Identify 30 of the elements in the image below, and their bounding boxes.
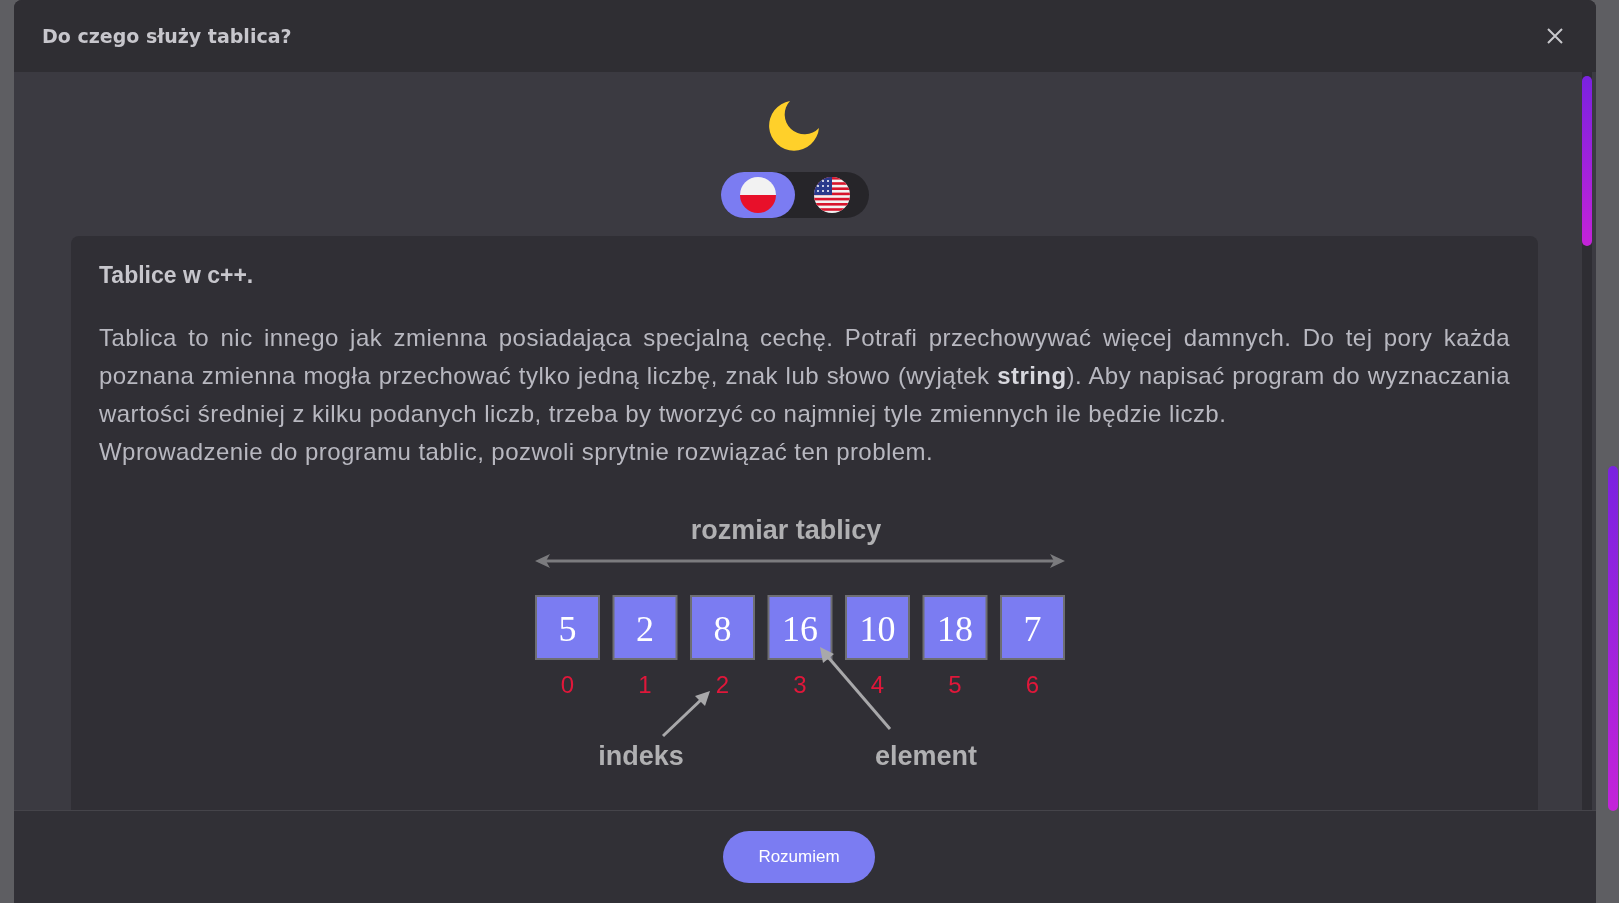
- paragraph: Tablica to nic innego jak zmienna posiadająca specjalną cechę. Potrafi przechowywać więcej damnych. Do tej pory każda poznana zmienna mogła przechować tylko jedną liczbę, znak lub słowo (wyjątek string). Aby napisać program do wyznaczania wartości średniej z kilku podanych liczb, trzeba by tworzyć co najmniej tyle zmiennych ile będzie liczb.: [99, 323, 1510, 429]
- element-label: element: [874, 741, 977, 771]
- index-label: indeks: [597, 741, 684, 771]
- index-number: 6: [1025, 671, 1039, 698]
- index-number: 1: [637, 671, 652, 698]
- card-heading: Tablice w c++.: [99, 262, 255, 289]
- paragraph: Wprowadzenie do programu tablic, pozwoli sprytnie rozwiązać ten problem.: [99, 437, 935, 467]
- scrollbar[interactable]: [1582, 72, 1592, 810]
- index-number: 5: [947, 671, 962, 698]
- array-cell: 18: [922, 595, 987, 660]
- flag-icon: [813, 177, 850, 213]
- array-cell: 8: [689, 595, 755, 660]
- confirm-button[interactable]: Rozumiem: [723, 831, 875, 883]
- array-cell: 16: [767, 595, 832, 660]
- arrow: [661, 691, 710, 738]
- flag-icon: [739, 177, 776, 213]
- dialog-title: Do czego służy tablica?: [42, 25, 292, 47]
- index-number: 2: [715, 671, 729, 698]
- array-cell: 7: [999, 595, 1065, 660]
- page-scrollbar[interactable]: [1608, 466, 1618, 811]
- moon-icon[interactable]: [768, 100, 820, 152]
- array-cell: 2: [612, 595, 677, 660]
- index-number: 0: [560, 671, 574, 698]
- size-label: rozmiar tablicy: [690, 515, 881, 545]
- array-cell: 10: [844, 595, 910, 660]
- language-option[interactable]: [720, 172, 795, 218]
- array-cell: 5: [534, 595, 600, 660]
- index-number: 3: [792, 671, 807, 698]
- index-number: 4: [870, 671, 884, 698]
- close-icon: [1546, 27, 1564, 45]
